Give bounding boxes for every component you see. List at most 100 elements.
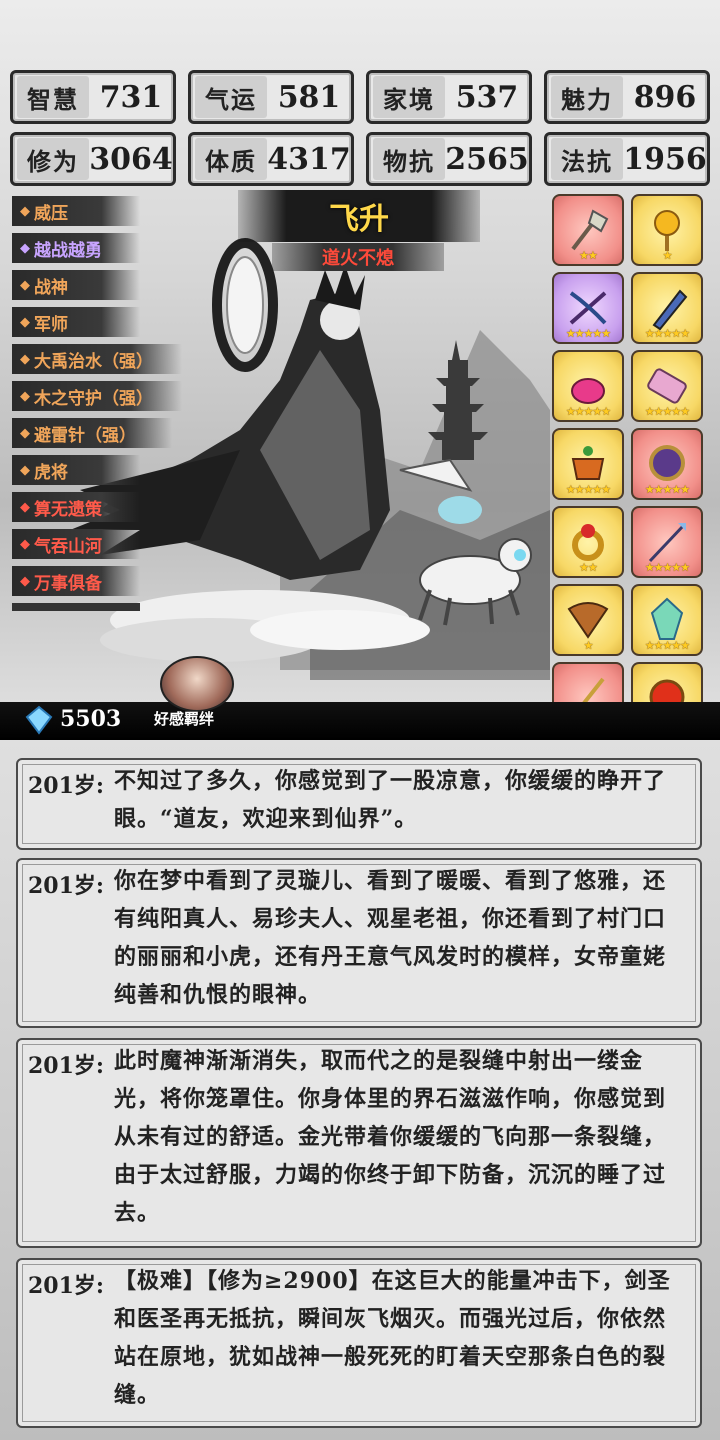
- gem-icon: [25, 705, 53, 735]
- stat-constitution: 体质 4317: [188, 132, 354, 186]
- equip-slot[interactable]: ★★★★★: [631, 272, 703, 344]
- equip-slot[interactable]: ★★★★★: [631, 506, 703, 578]
- skill-label: 威压: [34, 203, 68, 224]
- stat-physical-resist: 物抗 2565: [366, 132, 532, 186]
- stat-wisdom: 智慧 731: [10, 70, 176, 124]
- event-card: 201岁: 此时魔神渐渐消失，取而代之的是裂缝中射出一缕金光，将你笼罩住。你身体…: [16, 1038, 702, 1248]
- equip-slot[interactable]: ★★★★★: [552, 272, 624, 344]
- event-age: 201岁:: [28, 873, 105, 899]
- axe-icon: [571, 209, 609, 251]
- skill-label: 越战越勇: [34, 240, 102, 261]
- diamond-icon: ◆: [20, 425, 30, 441]
- skill-tag[interactable]: ◆ 战神: [12, 270, 140, 300]
- skill-label: 军师: [34, 314, 68, 335]
- diamond-icon: ◆: [20, 277, 30, 293]
- star-rating: ★★★★★: [644, 561, 690, 574]
- stat-value: 731: [99, 79, 163, 115]
- skill-tag[interactable]: ◆ 木之守护（强）: [12, 381, 182, 411]
- incense-burner-icon: [571, 446, 605, 480]
- stat-cultivation: 修为 3064: [10, 132, 176, 186]
- ring-icon: [572, 524, 604, 561]
- star-rating: ★★★★★: [644, 639, 690, 652]
- stat-label: 气运: [195, 76, 267, 118]
- stat-charm: 魅力 896: [544, 70, 710, 124]
- skill-tag[interactable]: ◆ 威压: [12, 196, 140, 226]
- realm-subtitle-banner: 道火不熄: [272, 243, 444, 271]
- skill-tag[interactable]: ◆ 避雷针（强）: [12, 418, 172, 448]
- event-card: 201岁: 你在梦中看到了灵璇儿、看到了暖暖、看到了悠雅，还有纯阳真人、易珍夫人…: [16, 858, 702, 1028]
- skill-tag[interactable]: ◆ 算无遗策: [12, 492, 140, 522]
- spear-icon: [648, 523, 686, 563]
- event-age: 201岁:: [28, 1273, 105, 1299]
- avatar[interactable]: [160, 656, 234, 712]
- skill-label: 战神: [34, 277, 68, 298]
- skill-label: 算无遗策: [34, 499, 102, 520]
- equip-slot[interactable]: ★★★★★: [552, 350, 624, 422]
- golden-flower-icon: [654, 210, 680, 251]
- stat-family: 家境 537: [366, 70, 532, 124]
- diamond-icon: ◆: [20, 462, 30, 478]
- skill-label: 虎将: [34, 462, 68, 483]
- stat-value: 2565: [445, 141, 529, 177]
- stat-label: 法抗: [551, 138, 623, 180]
- diamond-icon: ◆: [20, 351, 30, 367]
- realm-title-banner: 飞升: [238, 190, 480, 242]
- stat-label: 智慧: [17, 76, 89, 118]
- star-rating: ★★★★★: [644, 483, 690, 496]
- skill-tag[interactable]: ◆ 大禹治水（强）: [12, 344, 182, 374]
- skill-tag[interactable]: ◆ 虎将: [12, 455, 140, 485]
- event-card: 201岁: 【极难】【修为≥2900】在这巨大的能量冲击下，剑圣和医圣再无抵抗，…: [16, 1258, 702, 1428]
- equip-slot[interactable]: ★★: [552, 194, 624, 266]
- skill-label: 万事俱备: [34, 573, 102, 594]
- pink-vessel-icon: [571, 378, 605, 404]
- crystal-icon: [650, 597, 684, 640]
- diamond-icon: ◆: [20, 536, 30, 552]
- equip-slot[interactable]: ★★★★★: [552, 428, 624, 500]
- diamond-icon: ◆: [20, 203, 30, 219]
- skill-tag[interactable]: ◆ 气吞山河: [12, 529, 140, 559]
- diamond-icon: ◆: [20, 499, 30, 515]
- equip-slot[interactable]: ★★★★★: [631, 584, 703, 656]
- realm-subtitle: 道火不熄: [322, 248, 394, 269]
- star-rating: ★★: [579, 561, 598, 574]
- equip-slot[interactable]: ★★★★★: [631, 428, 703, 500]
- skills-scroll-cutoff: [12, 603, 140, 611]
- skill-label: 避雷针（强）: [34, 425, 136, 446]
- star-rating: ★: [583, 639, 594, 652]
- stat-label: 物抗: [373, 138, 445, 180]
- stat-value: 1956: [623, 141, 707, 177]
- event-text: 【极难】【修为≥2900】在这巨大的能量冲击下，剑圣和医圣再无抵抗，瞬间灰飞烟灭…: [114, 1268, 671, 1408]
- realm-title: 飞升: [329, 202, 389, 237]
- stat-magic-resist: 法抗 1956: [544, 132, 710, 186]
- diamond-icon: ◆: [20, 388, 30, 404]
- crossbow-icon: [569, 291, 607, 325]
- stat-value: 4317: [267, 141, 351, 177]
- favor-bond-button[interactable]: 好感羁绊: [154, 708, 214, 729]
- skill-label: 木之守护（强）: [34, 388, 153, 409]
- equip-slot[interactable]: ★★★★★: [631, 350, 703, 422]
- fan-icon: [567, 602, 609, 639]
- star-rating: ★: [662, 249, 673, 262]
- skill-tag[interactable]: ◆ 军师: [12, 307, 140, 337]
- event-card: 201岁: 不知过了多久，你感觉到了一股凉意，你缓缓的睁开了眼。“道友，欢迎来到…: [16, 758, 702, 850]
- star-rating: ★★★★★: [565, 405, 611, 418]
- equip-slot[interactable]: ★: [631, 194, 703, 266]
- scroll-box-icon: [647, 368, 687, 404]
- mirror-icon: [649, 445, 685, 481]
- stat-luck: 气运 581: [188, 70, 354, 124]
- equip-slot[interactable]: ★★: [552, 506, 624, 578]
- skill-tag[interactable]: ◆ 越战越勇: [12, 233, 140, 263]
- event-age: 201岁:: [28, 773, 105, 799]
- stat-value: 537: [455, 79, 519, 115]
- skill-tag[interactable]: ◆ 万事俱备: [12, 566, 140, 596]
- event-text: 此时魔神渐渐消失，取而代之的是裂缝中射出一缕金光，将你笼罩住。你身体里的界石滋滋…: [114, 1048, 667, 1226]
- diamond-icon: ◆: [20, 573, 30, 589]
- stat-value: 3064: [89, 141, 173, 177]
- event-text: 你在梦中看到了灵璇儿、看到了暖暖、看到了悠雅，还有纯阳真人、易珍夫人、观星老祖，…: [114, 868, 667, 1008]
- gem-count: 5503: [60, 706, 122, 732]
- diamond-icon: ◆: [20, 240, 30, 256]
- equip-slot[interactable]: ★: [552, 584, 624, 656]
- stat-label: 家境: [373, 76, 445, 118]
- event-age: 201岁:: [28, 1053, 105, 1079]
- skill-label: 大禹治水（强）: [34, 351, 153, 372]
